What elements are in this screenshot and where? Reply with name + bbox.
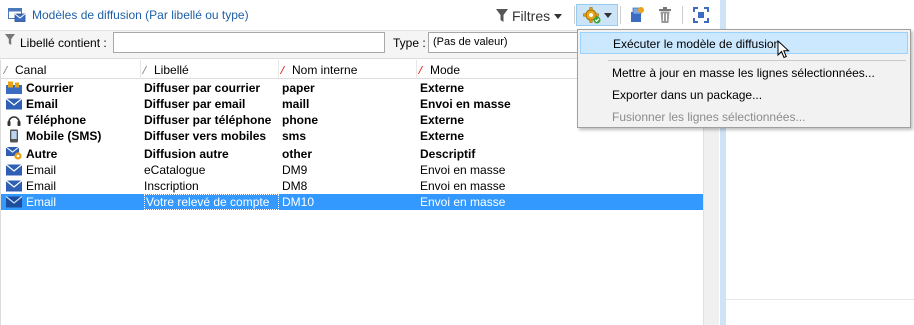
sort-icon [2,66,13,74]
funnel-icon [496,9,508,22]
filters-button[interactable]: Filtres [496,6,563,26]
other-channel-icon [5,146,22,160]
sort-icon [141,66,152,74]
headset-icon [7,116,21,126]
mouse-cursor-icon [777,40,790,59]
filters-label: Filtres [512,8,551,24]
table-row[interactable]: Email eCatalogue DM9 Envoi en masse [1,162,716,178]
label-contains-input[interactable] [113,32,385,53]
toolbar-separator [620,6,621,24]
funnel-icon [5,34,15,45]
chevron-down-icon [603,12,612,18]
email-icon [5,98,23,110]
actions-menu-button[interactable] [576,4,618,26]
menu-item-export-package[interactable]: Exporter dans un package... [580,84,908,106]
menu-separator [608,60,906,61]
menu-item-execute-template[interactable]: Exécuter le modèle de diffusion [580,32,908,54]
email-icon [5,196,23,208]
gear-icon [582,7,600,24]
delete-button[interactable] [654,4,676,26]
menu-item-merge-lines: Fusionner les lignes sélectionnées... [612,110,806,124]
delivery-template-icon [8,8,26,22]
menu-item-mass-update[interactable]: Mettre à jour en masse les lignes sélect… [580,62,908,84]
toolbar: Modèles de diffusion (Par libellé ou typ… [0,0,720,31]
mobile-phone-icon [10,129,18,143]
table-row[interactable]: Email Inscription DM8 Envoi en masse [1,178,716,194]
type-select[interactable]: (Pas de valeur) [428,32,588,53]
column-header-canal[interactable]: Canal [1,60,141,79]
page-title: Modèles de diffusion (Par libellé ou typ… [32,8,249,22]
fullscreen-button[interactable] [690,4,712,26]
export-button[interactable] [626,4,648,26]
toolbar-separator [574,6,575,24]
table-row-selected[interactable]: Email Votre relevé de compte DM10 Envoi … [1,194,716,210]
type-label: Type : [393,36,426,50]
email-icon [5,164,23,176]
table-row[interactable]: Autre Diffusion autre other Descriptif [1,144,716,162]
column-header-libelle[interactable]: Libellé [141,60,279,79]
label-contains-label: Libellé contient : [20,36,107,50]
package-export-icon [631,7,644,22]
expand-icon [693,7,709,23]
email-icon [5,180,23,192]
trash-icon [659,7,671,23]
sort-icon [417,66,428,74]
mail-envelope-icon [6,81,22,94]
sort-icon [279,66,290,74]
divider [726,299,914,300]
table-row[interactable]: Mobile (SMS) Diffuser vers mobiles sms E… [1,128,716,144]
chevron-down-icon [554,13,563,19]
column-header-nom-interne[interactable]: Nom interne [279,60,417,79]
toolbar-separator [682,6,683,24]
actions-dropdown-menu: Exécuter le modèle de diffusion Mettre à… [577,29,911,128]
